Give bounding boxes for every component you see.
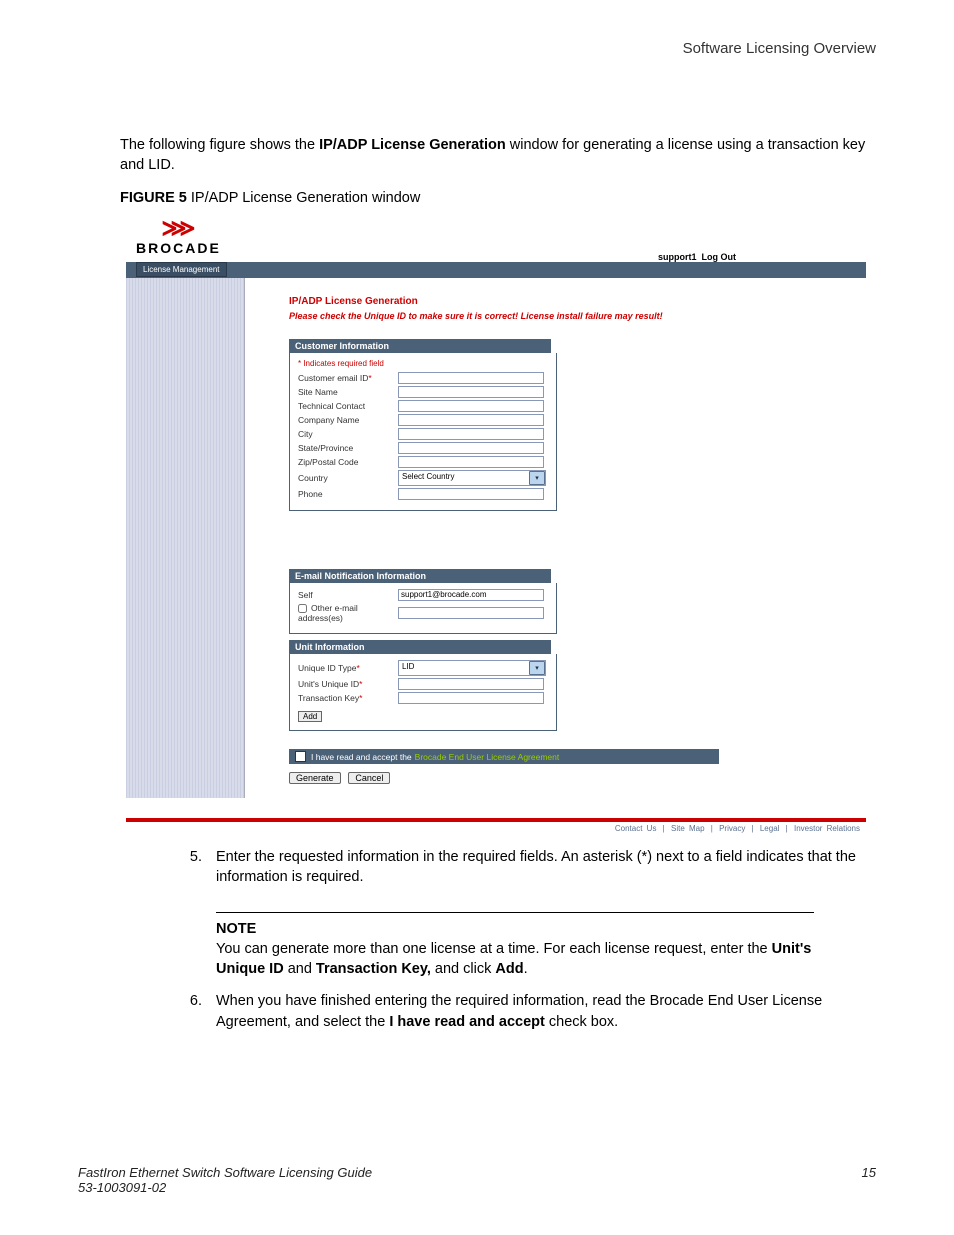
transaction-key-field[interactable] xyxy=(398,692,544,704)
nav-tab-license-management[interactable]: License Management xyxy=(136,262,227,277)
license-warning: Please check the Unique ID to make sure … xyxy=(289,311,846,321)
other-email-checkbox[interactable] xyxy=(298,604,307,613)
phone-field[interactable] xyxy=(398,488,544,500)
license-generation-window: ⋙ BROCADE support1 Log Out License Manag… xyxy=(126,220,866,835)
add-button[interactable]: Add xyxy=(298,711,322,722)
license-title: IP/ADP License Generation xyxy=(289,296,846,307)
city-field[interactable] xyxy=(398,428,544,440)
other-email-field[interactable] xyxy=(398,607,544,619)
step-5: 5. Enter the requested information in th… xyxy=(182,847,876,888)
sidebar xyxy=(126,278,245,798)
page-number: 15 xyxy=(862,1165,876,1195)
brocade-logo-icon: ⋙ xyxy=(136,220,221,238)
zip-field[interactable] xyxy=(398,456,544,468)
customer-email-field[interactable] xyxy=(398,372,544,384)
note-block: NOTE You can generate more than one lice… xyxy=(216,912,876,980)
brocade-logo: ⋙ BROCADE xyxy=(136,220,221,262)
footer-links: Contact Us | Site Map | Privacy | Legal … xyxy=(126,822,866,835)
footer-link[interactable]: Investor Relations xyxy=(794,824,860,833)
unit-info-header: Unit Information xyxy=(289,640,551,654)
email-notif-header: E-mail Notification Information xyxy=(289,569,551,583)
page-section-header: Software Licensing Overview xyxy=(78,40,876,57)
nav-bar: License Management xyxy=(126,262,866,278)
unique-id-field[interactable] xyxy=(398,678,544,690)
chevron-down-icon: ▾ xyxy=(529,661,545,675)
footer-link[interactable]: Legal xyxy=(760,824,780,833)
footer-link[interactable]: Site Map xyxy=(671,824,705,833)
technical-contact-field[interactable] xyxy=(398,400,544,412)
eula-link[interactable]: Brocade End User License Agreement xyxy=(415,752,560,762)
self-email-field[interactable] xyxy=(398,589,544,601)
unit-info-form: Unique ID Type* LID ▾ Unit's Unique ID* … xyxy=(289,654,557,731)
logout-link[interactable]: Log Out xyxy=(702,252,737,262)
customer-info-header: Customer Information xyxy=(289,339,551,353)
footer-link[interactable]: Contact Us xyxy=(615,824,657,833)
step-6: 6. When you have finished entering the r… xyxy=(182,991,876,1032)
cancel-button[interactable]: Cancel xyxy=(348,772,390,784)
figure-caption: FIGURE 5 IP/ADP License Generation windo… xyxy=(120,188,876,208)
user-session: support1 Log Out xyxy=(658,252,856,262)
chevron-down-icon: ▾ xyxy=(529,471,545,485)
company-name-field[interactable] xyxy=(398,414,544,426)
required-note: * Indicates required field xyxy=(298,359,548,368)
generate-button[interactable]: Generate xyxy=(289,772,341,784)
email-notif-form: Self Other e-mail address(es) xyxy=(289,583,557,634)
footer-link[interactable]: Privacy xyxy=(719,824,745,833)
state-field[interactable] xyxy=(398,442,544,454)
site-name-field[interactable] xyxy=(398,386,544,398)
agreement-checkbox[interactable] xyxy=(295,751,306,762)
agreement-bar: I have read and accept the Brocade End U… xyxy=(289,749,719,764)
country-select[interactable]: Select Country ▾ xyxy=(398,470,546,486)
customer-info-form: * Indicates required field Customer emai… xyxy=(289,353,557,511)
intro-paragraph: The following figure shows the IP/ADP Li… xyxy=(120,135,876,176)
page-footer: FastIron Ethernet Switch Software Licens… xyxy=(78,1165,876,1195)
unique-id-type-select[interactable]: LID ▾ xyxy=(398,660,546,676)
